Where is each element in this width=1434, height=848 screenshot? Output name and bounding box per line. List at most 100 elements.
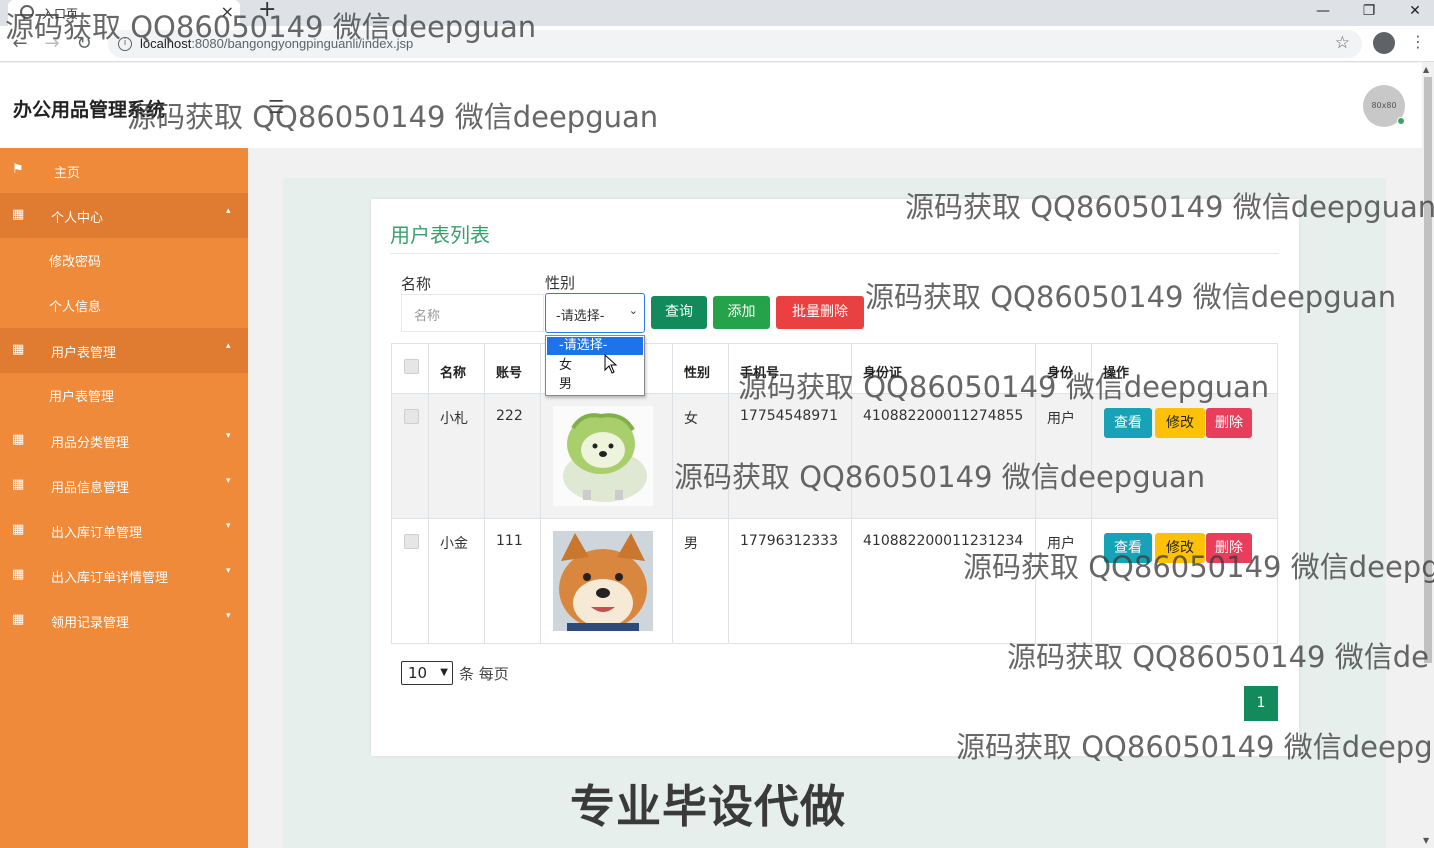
sidebar-item-user-management[interactable]: ▦ 用户表管理 ▴	[0, 328, 248, 373]
page-size-value: 10	[408, 664, 428, 682]
add-button[interactable]: 添加	[713, 296, 770, 329]
grid-icon: ▦	[12, 477, 24, 492]
sidebar-item-category[interactable]: ▦ 用品分类管理 ▾	[0, 418, 248, 463]
sex-select[interactable]: -请选择- ⌄	[545, 293, 645, 333]
watermark: 源码获取 QQ86050149 微信deepguan	[905, 190, 1434, 224]
sidebar-item-label: 用户表管理	[51, 346, 117, 361]
minimize-icon[interactable]: —	[1300, 0, 1346, 26]
watermark: 源码获取 QQ86050149 微信de	[1007, 640, 1429, 674]
sidebar-item-label: 出入库订单详情管理	[51, 571, 169, 586]
sidebar-item-label: 用品分类管理	[51, 436, 130, 451]
sidebar-item-home[interactable]: ⚑ 主页	[0, 148, 248, 193]
col-divider	[672, 344, 673, 643]
restore-icon[interactable]: ❐	[1346, 0, 1392, 26]
watermark: 源码获取 QQ86050149 微信deepguan	[5, 10, 537, 44]
grid-icon: ▦	[12, 522, 24, 537]
close-window-icon[interactable]: ✕	[1392, 0, 1434, 26]
batch-delete-button[interactable]: 批量删除	[776, 296, 864, 329]
row-checkbox[interactable]	[404, 534, 419, 549]
chevron-down-icon: ⌄	[628, 304, 638, 317]
col-name: 名称	[440, 366, 467, 381]
cell-sex: 男	[684, 536, 698, 552]
flag-icon: ⚑	[12, 162, 24, 177]
sidebar-item-label: 个人中心	[51, 211, 104, 226]
watermark: 源码获取 QQ86050149 微信deepg	[963, 550, 1434, 584]
scroll-down-icon[interactable]: ▼	[1423, 836, 1429, 845]
sidebar-item-label: 用户表管理	[49, 390, 115, 405]
grid-icon: ▦	[12, 207, 24, 222]
col-divider	[428, 344, 429, 643]
sex-filter-label: 性别	[545, 274, 576, 292]
shiba-dog-image	[553, 531, 653, 631]
cell-role: 用户	[1047, 411, 1075, 427]
watermark: 源码获取 QQ86050149 微信deepguan	[738, 370, 1270, 404]
sex-option-male[interactable]: 男	[547, 376, 643, 394]
sidebar-item-label: 领用记录管理	[51, 616, 130, 631]
per-page-label: 条 每页	[459, 665, 509, 683]
chevron-up-icon: ▴	[226, 341, 231, 351]
sidebar-item-change-password[interactable]: 修改密码	[0, 238, 248, 283]
page-size-select[interactable]: 10 ▼	[401, 661, 453, 685]
sidebar-item-personal-center[interactable]: ▦ 个人中心 ▴	[0, 193, 248, 238]
sidebar-item-label: 修改密码	[49, 255, 102, 270]
chevron-up-icon: ▴	[226, 206, 231, 216]
sidebar-item-order-details[interactable]: ▦ 出入库订单详情管理 ▾	[0, 553, 248, 598]
sidebar: ⚑ 主页 ▦ 个人中心 ▴ 修改密码 个人信息 ▦ 用户表管理 ▴ 用户表管理 …	[0, 148, 248, 848]
row-checkbox[interactable]	[404, 409, 419, 424]
watermark: 源码获取 QQ86050149 微信deepguan	[865, 280, 1397, 314]
more-menu-icon[interactable]: ⋮	[1410, 32, 1426, 51]
grid-icon: ▦	[12, 567, 24, 582]
scroll-up-icon[interactable]: ▲	[1423, 65, 1429, 74]
sidebar-item-user-management-sub[interactable]: 用户表管理	[0, 373, 248, 418]
query-button[interactable]: 查询	[651, 296, 707, 329]
chevron-down-icon: ▾	[226, 566, 231, 576]
sidebar-item-stock-orders[interactable]: ▦ 出入库订单管理 ▾	[0, 508, 248, 553]
view-button[interactable]: 查看	[1104, 408, 1152, 438]
name-search-input[interactable]: 名称	[401, 294, 544, 332]
cell-name: 小札	[440, 411, 468, 427]
cell-account: 222	[496, 408, 523, 424]
sidebar-item-label: 个人信息	[49, 300, 102, 315]
page-1-button[interactable]: 1	[1244, 686, 1278, 721]
col-divider	[540, 344, 541, 643]
cabbage-dog-image	[553, 406, 653, 506]
name-filter-label: 名称	[401, 275, 432, 293]
sidebar-item-personal-info[interactable]: 个人信息	[0, 283, 248, 328]
sex-dropdown-list: -请选择- 女 男	[545, 335, 645, 396]
cell-id-card: 410882200011274855	[863, 408, 1024, 424]
sidebar-item-label: 用品信息管理	[51, 481, 130, 496]
chevron-down-icon: ▼	[440, 667, 448, 678]
profile-icon[interactable]	[1373, 32, 1395, 54]
sidebar-item-collection-records[interactable]: ▦ 领用记录管理 ▾	[0, 598, 248, 643]
chevron-down-icon: ▾	[226, 476, 231, 486]
promo-banner: 专业毕设代做	[570, 780, 847, 833]
col-account: 账号	[496, 366, 523, 381]
delete-button[interactable]: 删除	[1206, 408, 1252, 438]
grid-icon: ▦	[12, 612, 24, 627]
cell-account: 111	[496, 533, 523, 549]
sidebar-item-supplies[interactable]: ▦ 用品信息管理 ▾	[0, 463, 248, 508]
cell-phone: 17796312333	[740, 533, 838, 549]
grid-icon: ▦	[12, 432, 24, 447]
title-divider	[390, 253, 1279, 254]
page-title: 用户表列表	[390, 223, 490, 247]
online-status-dot	[1397, 117, 1405, 125]
chevron-down-icon: ▾	[226, 521, 231, 531]
sex-select-value: -请选择-	[556, 309, 605, 324]
select-all-checkbox[interactable]	[404, 359, 419, 374]
edit-button[interactable]: 修改	[1155, 408, 1205, 438]
col-divider	[484, 344, 485, 643]
grid-icon: ▦	[12, 342, 24, 357]
sidebar-item-label: 主页	[54, 166, 81, 181]
watermark: 源码获取 QQ86050149 微信deepguan	[674, 460, 1206, 494]
watermark: 源码获取 QQ86050149 微信deepg	[956, 730, 1433, 764]
sex-option-placeholder[interactable]: -请选择-	[547, 337, 643, 355]
chevron-down-icon: ▾	[226, 431, 231, 441]
sex-option-female[interactable]: 女	[547, 357, 643, 375]
mouse-cursor-icon	[604, 354, 618, 374]
col-sex: 性别	[684, 366, 711, 381]
chevron-down-icon: ▾	[226, 611, 231, 621]
watermark: 源码获取 QQ86050149 微信deepguan	[127, 100, 659, 134]
star-icon[interactable]: ☆	[1335, 33, 1350, 53]
cell-phone: 17754548971	[740, 408, 838, 424]
